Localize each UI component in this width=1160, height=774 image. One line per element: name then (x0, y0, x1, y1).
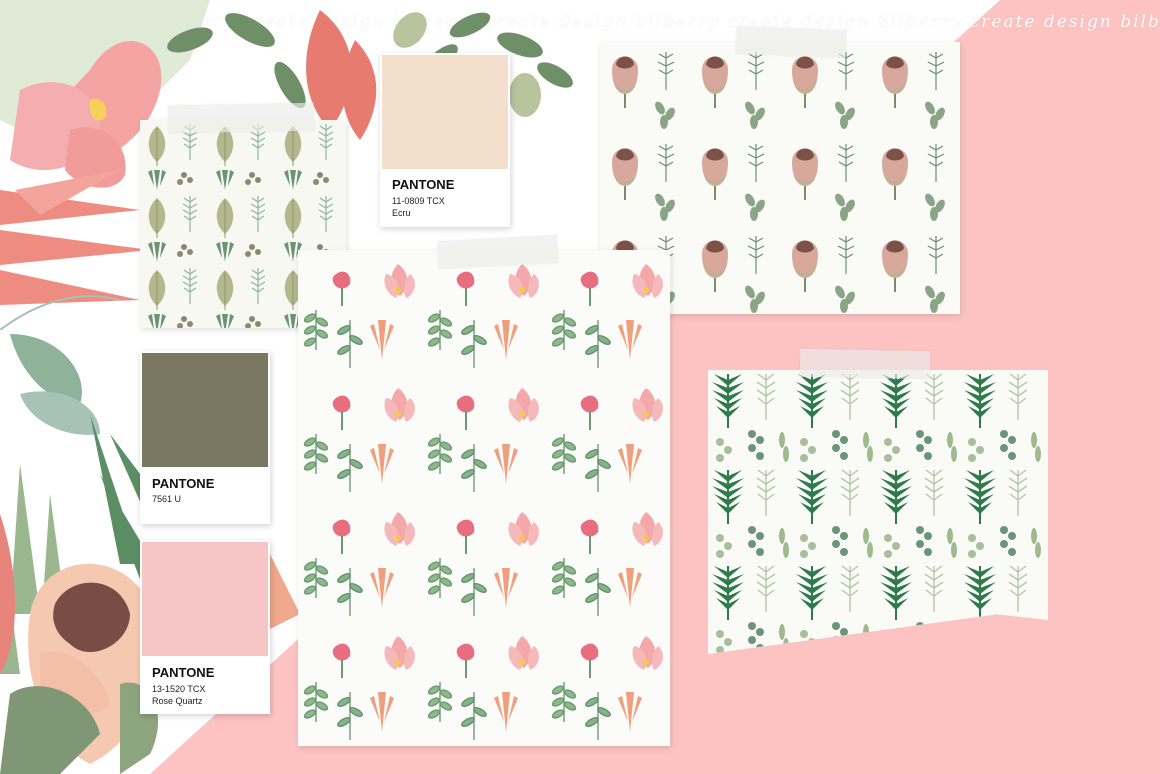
pantone-brand: PANTONE (392, 177, 455, 192)
pantone-color-name: Rose Quartz (152, 696, 203, 706)
pantone-brand: PANTONE (152, 665, 215, 680)
pantone-swatch-rose-quartz: PANTONE 13-1520 TCX Rose Quartz (140, 540, 270, 714)
pantone-code: 7561 U (152, 494, 182, 504)
pattern-paper-magnolia (298, 250, 670, 746)
tape-strip (735, 26, 847, 58)
pantone-brand: PANTONE (152, 476, 215, 491)
color-chip (142, 542, 268, 656)
eucalyptus-pattern (708, 370, 1048, 654)
pantone-code: 11-0809 TCX (392, 196, 445, 206)
color-chip (382, 55, 508, 169)
pattern-paper-eucalyptus (708, 370, 1048, 654)
pantone-swatch-olive: PANTONE 7561 U (140, 351, 270, 524)
pantone-code: 13-1520 TCX (152, 684, 206, 694)
color-chip (142, 353, 268, 467)
tape-strip (167, 102, 315, 134)
pantone-swatch-ecru: PANTONE 11-0809 TCX Ecru (380, 53, 510, 227)
magnolia-pattern (298, 250, 670, 746)
pantone-color-name: Ecru (392, 208, 411, 218)
tape-strip (799, 348, 931, 380)
